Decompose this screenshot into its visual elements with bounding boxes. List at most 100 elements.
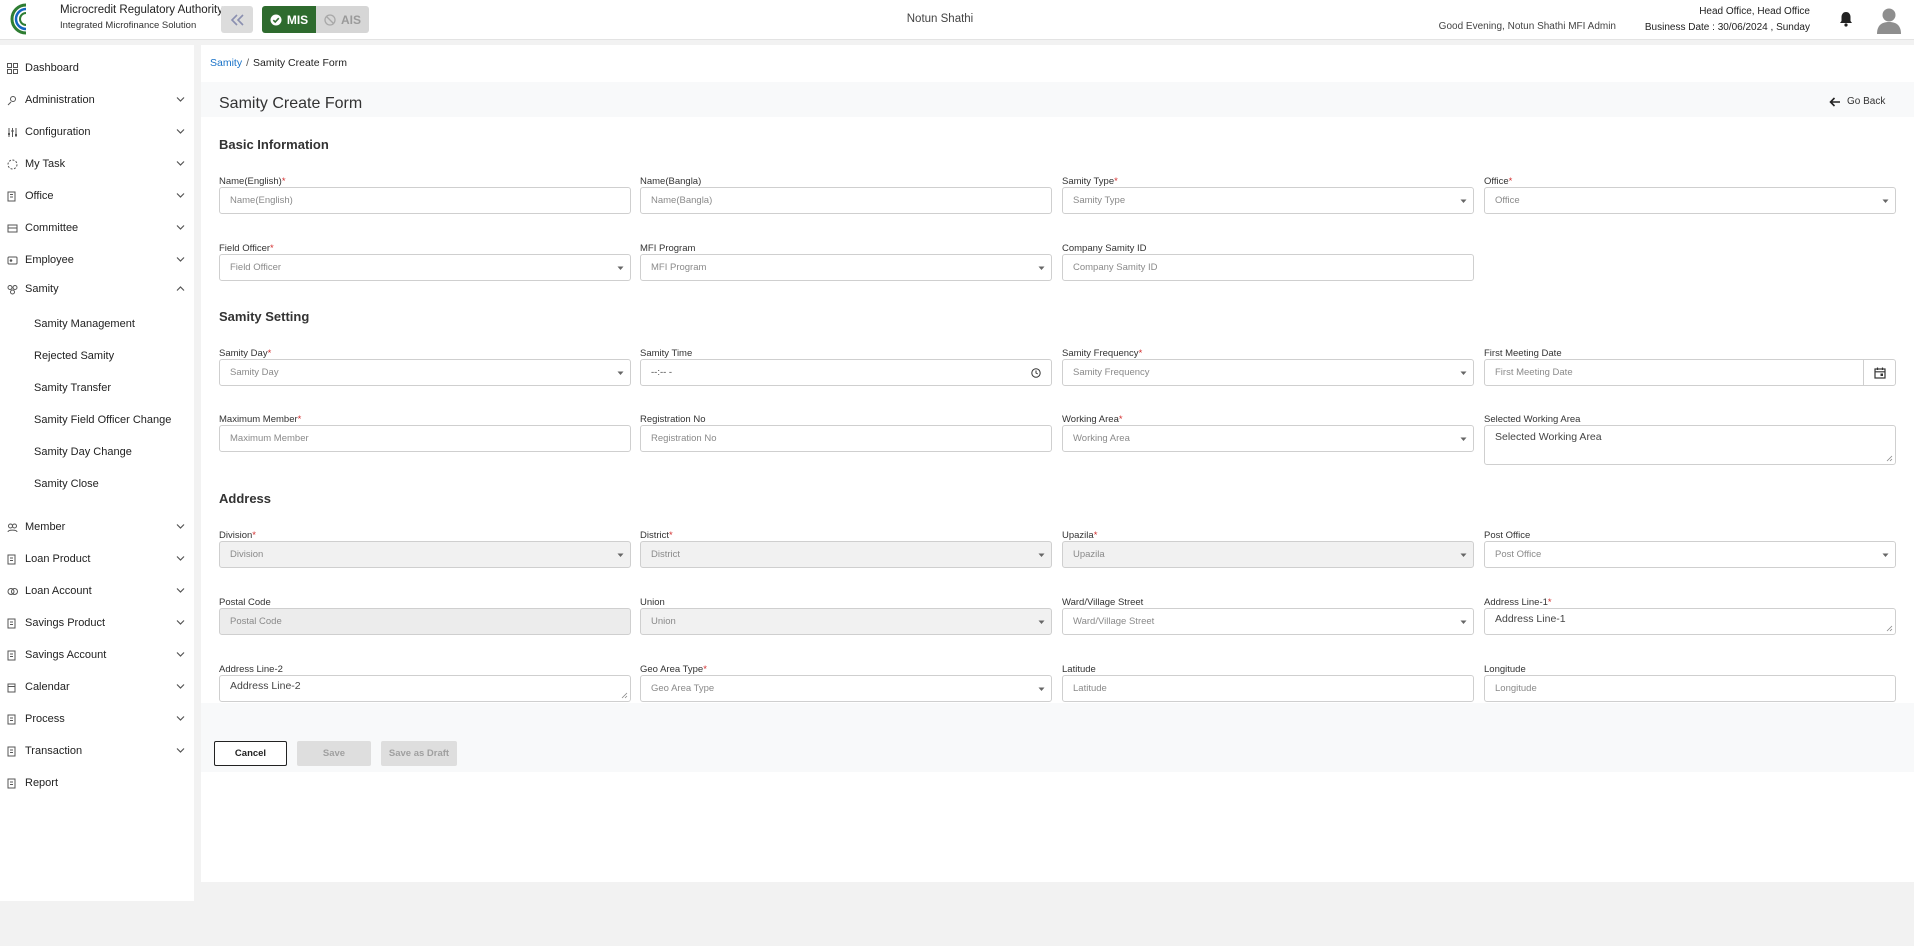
sidebar-item-label: Samity — [25, 283, 59, 295]
name-english-input[interactable]: Name(English) — [219, 187, 631, 214]
task-icon — [7, 159, 18, 170]
latitude-input[interactable]: Latitude — [1062, 675, 1474, 702]
breadcrumb-samity-link[interactable]: Samity — [210, 57, 242, 69]
address-line-1-textarea[interactable]: Address Line-1 — [1484, 608, 1896, 635]
postal-code-input[interactable]: Postal Code — [219, 608, 631, 635]
chevron-down-icon — [176, 524, 185, 529]
sidebar-item-process[interactable]: Process — [0, 708, 194, 730]
office-select[interactable]: Office — [1484, 187, 1896, 214]
go-back-button[interactable]: Go Back — [1829, 96, 1885, 107]
date-picker-button[interactable] — [1863, 359, 1895, 386]
sidebar-item-office[interactable]: Office — [0, 185, 194, 207]
field-label: Registration No — [640, 414, 706, 425]
registration-no-input[interactable]: Registration No — [640, 425, 1052, 452]
select-placeholder: Working Area — [1073, 433, 1130, 444]
form-body: Basic Information Name(English)* Name(En… — [201, 117, 1914, 703]
user-avatar[interactable] — [1876, 6, 1902, 37]
sidebar-item-loan-account[interactable]: Loan Account — [0, 580, 194, 602]
sidebar-subitem-samity-transfer[interactable]: Samity Transfer — [0, 377, 194, 399]
sidebar-item-samity[interactable]: Samity — [0, 278, 194, 300]
mfi-name: Notun Shathi — [906, 13, 974, 25]
resize-handle-icon[interactable] — [621, 692, 628, 699]
field-officer-select[interactable]: Field Officer — [219, 254, 631, 281]
select-placeholder: Samity Day — [230, 367, 279, 378]
select-placeholder: Office — [1495, 195, 1520, 206]
notification-bell-icon[interactable] — [1839, 11, 1853, 30]
sidebar-item-dashboard[interactable]: Dashboard — [0, 57, 194, 79]
selected-working-area-textarea[interactable]: Selected Working Area — [1484, 425, 1896, 465]
clock-icon[interactable] — [1031, 368, 1041, 378]
name-bangla-input[interactable]: Name(Bangla) — [640, 187, 1052, 214]
ward-village-street-select[interactable]: Ward/Village Street — [1062, 608, 1474, 635]
collapse-sidebar-button[interactable] — [221, 6, 253, 33]
chevron-down-icon — [176, 225, 185, 230]
sidebar-item-committee[interactable]: Committee — [0, 217, 194, 239]
caret-down-icon — [1882, 199, 1889, 203]
save-button[interactable]: Save — [297, 741, 371, 766]
field-label: Office* — [1484, 176, 1513, 187]
caret-down-icon — [1460, 199, 1467, 203]
sidebar-item-member[interactable]: Member — [0, 516, 194, 538]
org-subtitle: Integrated Microfinance Solution — [60, 20, 197, 31]
sidebar-subitem-samity-day-change[interactable]: Samity Day Change — [0, 441, 194, 463]
geo-area-type-select[interactable]: Geo Area Type — [640, 675, 1052, 702]
working-area-select[interactable]: Working Area — [1062, 425, 1474, 452]
samity-time-input[interactable]: --:-- - — [640, 359, 1052, 386]
sidebar-subitem-label: Samity Day Change — [34, 446, 132, 458]
sidebar-item-loan-product[interactable]: Loan Product — [0, 548, 194, 570]
field-label: Field Officer* — [219, 243, 274, 254]
caret-down-icon — [617, 371, 624, 375]
chevron-down-icon — [176, 652, 185, 657]
caret-down-icon — [1038, 620, 1045, 624]
mfi-program-select[interactable]: MFI Program — [640, 254, 1052, 281]
cancel-button[interactable]: Cancel — [214, 741, 287, 766]
caret-down-icon — [1038, 266, 1045, 270]
sidebar-subitem-label: Samity Field Officer Change — [34, 414, 172, 426]
sidebar-item-report[interactable]: Report — [0, 772, 194, 794]
sidebar-subitem-samity-close[interactable]: Samity Close — [0, 473, 194, 495]
upazila-select[interactable]: Upazila — [1062, 541, 1474, 568]
company-samity-id-input[interactable]: Company Samity ID — [1062, 254, 1474, 281]
sidebar-subitem-label: Samity Transfer — [34, 382, 112, 394]
chevron-down-icon — [176, 716, 185, 721]
ais-toggle[interactable]: AIS — [316, 6, 369, 33]
address-line-2-textarea[interactable]: Address Line-2 — [219, 675, 631, 702]
longitude-input[interactable]: Longitude — [1484, 675, 1896, 702]
sidebar-item-label: Transaction — [25, 745, 83, 757]
division-select[interactable]: Division — [219, 541, 631, 568]
textarea-placeholder: Selected Working Area — [1495, 431, 1602, 443]
sidebar-item-configuration[interactable]: Configuration — [0, 121, 194, 143]
sidebar-item-savings-product[interactable]: Savings Product — [0, 612, 194, 634]
sidebar-item-label: Process — [25, 713, 65, 725]
current-office: Head Office, Head Office — [1699, 6, 1810, 17]
samity-day-select[interactable]: Samity Day — [219, 359, 631, 386]
sidebar-item-calendar[interactable]: Calendar — [0, 676, 194, 698]
sidebar-item-my-task[interactable]: My Task — [0, 153, 194, 175]
sidebar-subitem-samity-field-officer-change[interactable]: Samity Field Officer Change — [0, 409, 194, 431]
report-icon — [7, 778, 16, 789]
district-select[interactable]: District — [640, 541, 1052, 568]
samity-frequency-select[interactable]: Samity Frequency — [1062, 359, 1474, 386]
mis-toggle[interactable]: MIS — [262, 6, 316, 33]
sidebar-item-transaction[interactable]: Transaction — [0, 740, 194, 762]
sidebar-item-administration[interactable]: Administration — [0, 89, 194, 111]
resize-handle-icon[interactable] — [1886, 455, 1893, 462]
post-office-select[interactable]: Post Office — [1484, 541, 1896, 568]
sidebar-subitem-rejected-samity[interactable]: Rejected Samity — [0, 345, 194, 367]
first-meeting-date-input[interactable]: First Meeting Date — [1484, 359, 1896, 386]
sidebar-subitem-samity-management[interactable]: Samity Management — [0, 313, 194, 335]
resize-handle-icon[interactable] — [1886, 625, 1893, 632]
samity-type-select[interactable]: Samity Type — [1062, 187, 1474, 214]
top-bar: Microcredit Regulatory Authority Integra… — [0, 0, 1914, 40]
sidebar-item-employee[interactable]: Employee — [0, 249, 194, 271]
member-icon — [7, 523, 18, 533]
chevron-down-icon — [176, 620, 185, 625]
chevron-down-icon — [176, 556, 185, 561]
maximum-member-input[interactable]: Maximum Member — [219, 425, 631, 452]
field-label: Samity Type* — [1062, 176, 1118, 187]
union-select[interactable]: Union — [640, 608, 1052, 635]
field-label: Latitude — [1062, 664, 1096, 675]
sidebar-item-savings-account[interactable]: Savings Account — [0, 644, 194, 666]
save-as-draft-button[interactable]: Save as Draft — [381, 741, 457, 766]
sidebar-item-label: Dashboard — [25, 62, 79, 74]
